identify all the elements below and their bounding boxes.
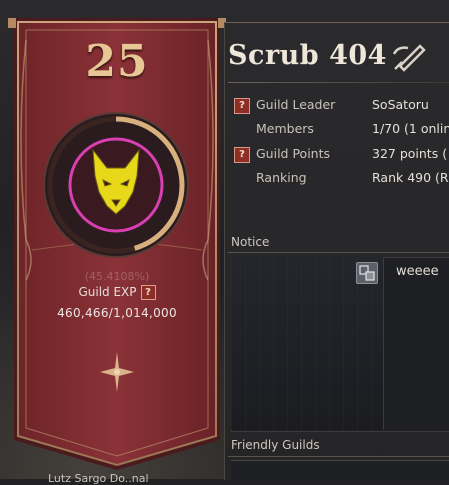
friendly-divider [228, 456, 449, 457]
guild-exp-text: Guild EXP [78, 285, 137, 299]
cross-ornament-icon [100, 352, 134, 392]
translate-icon[interactable] [356, 262, 378, 284]
guild-points-label: Guild Points [256, 146, 331, 161]
notice-divider [228, 252, 449, 253]
title-divider [228, 82, 449, 83]
ranking-label: Ranking [256, 170, 307, 185]
members-value: 1/70 (1 onlin [372, 121, 449, 136]
exp-percent: (45.4108%) [84, 270, 150, 283]
guild-name: Scrub 404 [228, 40, 387, 71]
guild-emblem [43, 112, 189, 258]
ranking-value: Rank 490 (R [372, 170, 449, 185]
edit-pencil-icon[interactable] [392, 42, 426, 72]
guild-banner: 25 (45.4108%) Guild EXP? 460,466/1,014,0… [8, 0, 226, 479]
guild-exp-label: Guild EXP? [8, 285, 226, 300]
exp-value: 460,466/1,014,000 [57, 306, 177, 320]
exp-help-icon[interactable]: ? [140, 285, 156, 300]
guild-leader-label: Guild Leader [256, 97, 336, 112]
members-label: Members [256, 121, 314, 136]
guild-points-help-icon[interactable]: ? [234, 147, 250, 163]
guild-leader-value: SoSatoru [372, 97, 429, 112]
guild-points-value: 327 points ( [372, 146, 448, 161]
friendly-guilds-list [231, 460, 449, 480]
notice-text[interactable]: weeee [396, 264, 439, 279]
friendly-guilds-title: Friendly Guilds [231, 438, 320, 452]
notice-title: Notice [231, 235, 270, 249]
guild-level: 25 [85, 36, 149, 87]
guild-leader-help-icon[interactable]: ? [234, 98, 250, 114]
